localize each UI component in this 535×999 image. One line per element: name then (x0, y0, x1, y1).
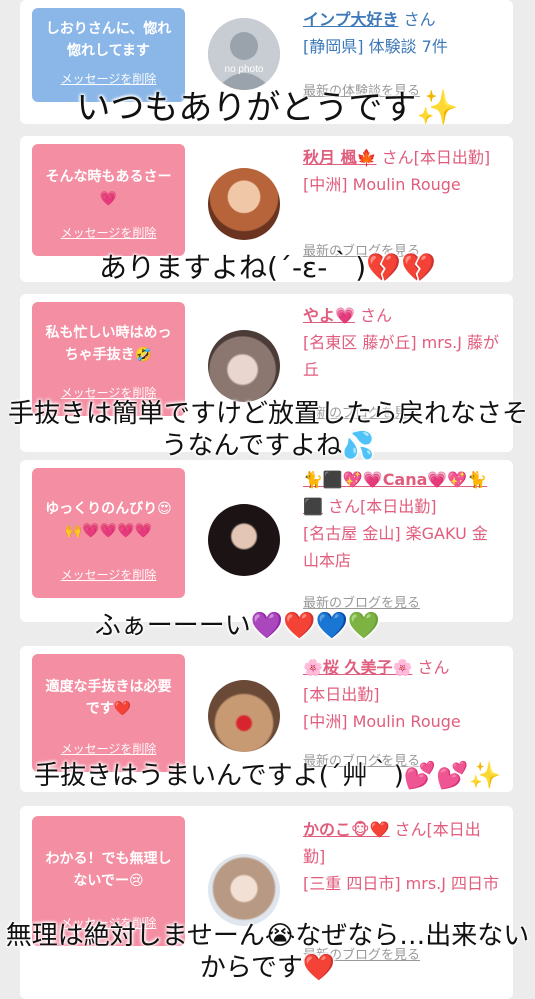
user-area: [名古屋 金山] 楽GAKU 金山本店 (303, 524, 488, 570)
message-bubble: ゆっくりのんびり😍🙌💗💗💗💗 メッセージを削除 (32, 468, 185, 598)
user-area: [中洲] Moulin Rouge (303, 175, 461, 194)
message-card: ゆっくりのんびり😍🙌💗💗💗💗 メッセージを削除 🐈⬛💖💗Cana💗💖🐈⬛ さん[… (20, 460, 513, 622)
user-info: インプ大好き さん [静岡県] 体験談 7件 (303, 6, 503, 60)
honorific: さん[本日出勤] (328, 497, 437, 516)
avatar[interactable] (208, 330, 280, 402)
message-text: しおりさんに、惚れ惚れしてます (45, 21, 172, 59)
delete-message-link[interactable]: メッセージを削除 (32, 738, 185, 760)
message-text: そんな時もあるさー💗 (45, 169, 172, 207)
latest-blog-link[interactable]: 最新のブログを見る (303, 592, 420, 611)
user-info: 🌸桜 久美子🌸 さん [本日出勤] [中洲] Moulin Rouge (303, 654, 503, 735)
no-photo-icon: no photo (208, 18, 280, 90)
overlay-caption: ふぁーーーい💜❤️💙💚 (94, 611, 381, 641)
user-status: [本日出勤] (303, 685, 380, 704)
avatar[interactable] (208, 854, 280, 926)
honorific: さん[本日出勤] (381, 148, 491, 167)
user-info: 🐈⬛💖💗Cana💗💖🐈⬛ さん[本日出勤] [名古屋 金山] 楽GAKU 金山本… (303, 466, 503, 574)
overlay-caption: いつもありがとうです✨ (76, 88, 459, 128)
message-text: 私も忙しい時はめっちゃ手抜き🤣 (45, 325, 172, 363)
user-name-link[interactable]: インプ大好き (303, 10, 399, 29)
avatar[interactable] (208, 680, 280, 752)
user-area: [三重 四日市] mrs.J 四日市 (303, 874, 500, 893)
user-name-link[interactable]: 🌸桜 久美子🌸 (303, 658, 412, 677)
delete-message-link[interactable]: メッセージを削除 (32, 222, 185, 244)
user-area: [静岡県] 体験談 7件 (303, 37, 448, 56)
user-name-link[interactable]: 秋月 楓🍁 (303, 148, 377, 167)
no-photo-label: no photo (225, 64, 264, 75)
delete-message-link[interactable]: メッセージを削除 (32, 68, 185, 90)
avatar[interactable]: no photo (208, 18, 280, 90)
overlay-caption: 手抜きはうまいんですよ(´艸｀)💕💕✨ (33, 761, 502, 791)
message-bubble: そんな時もあるさー💗 メッセージを削除 (32, 144, 185, 256)
avatar[interactable] (208, 504, 280, 576)
user-area: [名東区 藤が丘] mrs.J 藤が丘 (303, 333, 500, 379)
honorific: さん (403, 10, 436, 29)
message-text: 適度な手抜きは必要です❤️ (45, 679, 172, 717)
honorific: さん (417, 658, 450, 677)
delete-message-link[interactable]: メッセージを削除 (32, 564, 185, 586)
user-area: [中洲] Moulin Rouge (303, 712, 461, 731)
message-text: わかる！でも無理しないでー😢 (45, 851, 172, 889)
user-name-link[interactable]: やよ💗 (303, 306, 355, 325)
avatar[interactable] (208, 168, 280, 240)
user-info: やよ💗 さん [名東区 藤が丘] mrs.J 藤が丘 (303, 302, 503, 383)
overlay-caption: 無理は絶対しませーん😭なぜなら…出来ないからです❤️ (5, 921, 530, 983)
user-info: 秋月 楓🍁 さん[本日出勤] [中洲] Moulin Rouge (303, 144, 503, 198)
overlay-caption: ありますよね(´-ε-｀)💔💔 (99, 251, 436, 284)
user-name-link[interactable]: かのこ🐵❤️ (303, 820, 389, 839)
honorific: さん (360, 306, 393, 325)
message-text: ゆっくりのんびり😍🙌💗💗💗💗 (45, 501, 172, 539)
overlay-caption: 手抜きは簡単ですけど放置したら戻れなさそうなんですよね💦 (8, 399, 529, 461)
user-info: かのこ🐵❤️ さん[本日出勤] [三重 四日市] mrs.J 四日市 (303, 816, 503, 897)
message-bubble: 適度な手抜きは必要です❤️ メッセージを削除 (32, 654, 185, 772)
